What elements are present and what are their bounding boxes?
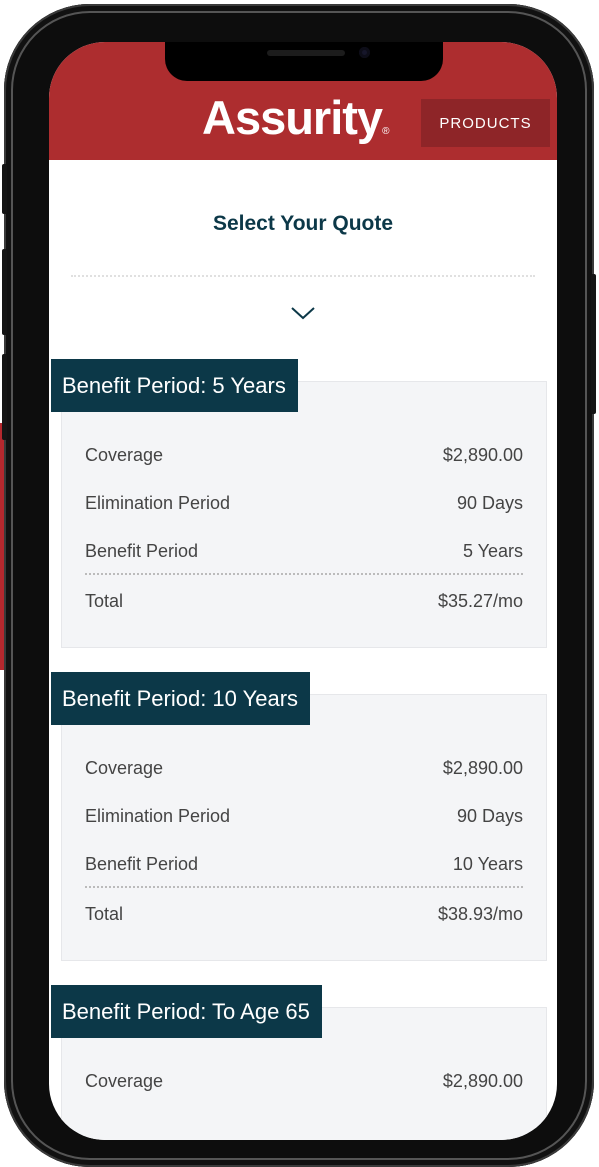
- total-row: Total $35.27/mo: [85, 591, 523, 612]
- title-divider: [71, 275, 535, 277]
- row-value: 90 Days: [456, 806, 523, 826]
- page-title: Select Your Quote: [212, 212, 394, 235]
- quote-card-5-years[interactable]: Coverage $2,890.00 Elimination Period 90 D…: [61, 381, 547, 648]
- logo-text: Assurity: [202, 91, 383, 144]
- total-label: Total: [85, 904, 124, 924]
- benefit-period-row: Benefit Period 5 Years: [85, 541, 523, 562]
- elimination-period-row: Elimination Period 90 Days: [85, 806, 523, 827]
- row-value: 10 Years: [452, 854, 523, 874]
- row-label: Coverage: [85, 445, 164, 465]
- row-label: Elimination Period: [85, 806, 231, 826]
- total-divider: [85, 573, 523, 575]
- row-value: $2,890.00: [442, 1071, 523, 1091]
- front-camera: [359, 47, 370, 58]
- speaker-grille: [267, 50, 345, 56]
- quote-tag-to-age-65: Benefit Period: To Age 65: [51, 985, 322, 1038]
- row-label: Benefit Period: [85, 541, 199, 561]
- total-value: $35.27/mo: [437, 591, 523, 611]
- volume-down-button: [2, 354, 7, 440]
- phone-notch: [165, 42, 443, 81]
- row-label: Coverage: [85, 1071, 164, 1091]
- volume-up-button: [2, 249, 7, 335]
- row-value: 90 Days: [456, 493, 523, 513]
- power-button: [591, 274, 596, 414]
- coverage-row: Coverage $2,890.00: [85, 445, 523, 466]
- row-label: Benefit Period: [85, 854, 199, 874]
- total-value: $38.93/mo: [437, 904, 523, 924]
- assurity-logo[interactable]: Assurity®: [202, 94, 389, 141]
- quote-card-10-years[interactable]: Coverage $2,890.00 Elimination Period 90 D…: [61, 694, 547, 961]
- benefit-period-row: Benefit Period 10 Years: [85, 854, 523, 875]
- phone-screen: Assurity® PRODUCTS Select Your Quote Ben…: [49, 42, 557, 1140]
- coverage-row: Coverage $2,890.00: [85, 758, 523, 779]
- quote-tag-10-years: Benefit Period: 10 Years: [51, 672, 311, 725]
- total-label: Total: [85, 591, 124, 611]
- mute-switch: [2, 164, 7, 214]
- products-menu-button[interactable]: PRODUCTS: [421, 99, 550, 147]
- coverage-row: Coverage $2,890.00: [85, 1071, 523, 1092]
- registered-mark: ®: [382, 126, 390, 137]
- chevron-down-icon[interactable]: [290, 304, 316, 322]
- total-row: Total $38.93/mo: [85, 904, 523, 925]
- row-label: Coverage: [85, 758, 164, 778]
- total-divider: [85, 886, 523, 888]
- row-value: 5 Years: [462, 541, 523, 561]
- quote-tag-5-years: Benefit Period: 5 Years: [51, 359, 298, 412]
- row-value: $2,890.00: [442, 445, 523, 465]
- elimination-period-row: Elimination Period 90 Days: [85, 493, 523, 514]
- row-label: Elimination Period: [85, 493, 231, 513]
- row-value: $2,890.00: [442, 758, 523, 778]
